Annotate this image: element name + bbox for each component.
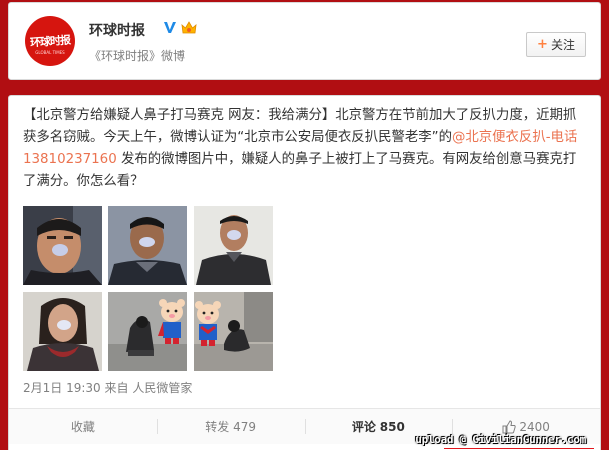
thumbs-up-icon xyxy=(502,419,517,433)
comment-label: 评论 xyxy=(351,420,376,434)
post-card: 【北京警方给嫌疑人鼻子打马赛克 网友：我给满分】北京警方在节前加大了反扒力度，近… xyxy=(8,95,601,450)
post-source-app[interactable]: 人民微管家 xyxy=(132,381,192,395)
follow-button[interactable]: + 关注 xyxy=(526,32,586,57)
suspects-with-cartoon-photo xyxy=(108,292,187,371)
repost-button[interactable]: 转发 479 xyxy=(156,409,305,444)
post-image-2[interactable] xyxy=(108,206,187,285)
account-name[interactable]: 环球时报 xyxy=(89,20,145,40)
post-via-prefix: 来自 xyxy=(100,381,133,395)
post-image-3[interactable] xyxy=(194,206,273,285)
post-image-4[interactable] xyxy=(23,292,102,371)
post-text: 【北京警方给嫌疑人鼻子打马赛克 网友：我给满分】北京警方在节前加大了反扒力度，近… xyxy=(23,105,583,193)
account-source[interactable]: 《环球时报》微博 xyxy=(89,47,185,64)
like-count: 2400 xyxy=(519,419,550,434)
profile-card: 环球时报 GLOBAL TIMES 环球时报 《环球时报》微博 + 关注 xyxy=(8,2,601,80)
repost-count: 479 xyxy=(233,419,256,434)
suspect-photo-2 xyxy=(108,206,187,285)
watermark-underline xyxy=(444,448,594,449)
post-image-6[interactable] xyxy=(194,292,273,371)
favorite-label: 收藏 xyxy=(70,420,95,434)
post-image-5[interactable] xyxy=(108,292,187,371)
logo-subtext: GLOBAL TIMES xyxy=(35,50,65,55)
suspect-photo-1 xyxy=(23,206,102,285)
post-time[interactable]: 2月1日 19:30 xyxy=(23,381,101,395)
suspect-crouching-photo xyxy=(194,292,273,371)
account-logo[interactable]: 环球时报 GLOBAL TIMES xyxy=(25,16,75,66)
vip-crown-icon[interactable] xyxy=(180,20,198,36)
comment-count: 850 xyxy=(379,419,405,434)
favorite-button[interactable]: 收藏 xyxy=(9,409,157,444)
plus-icon: + xyxy=(537,37,548,52)
watermark: upload @ CivilianGunner.com xyxy=(415,433,586,446)
verified-v-icon xyxy=(164,22,176,33)
logo-text: 环球时报 xyxy=(29,33,71,50)
follow-label: 关注 xyxy=(550,38,575,52)
suspect-photo-4 xyxy=(23,292,102,371)
suspect-photo-3 xyxy=(194,206,273,285)
repost-label: 转发 xyxy=(205,420,230,434)
post-image-1[interactable] xyxy=(23,206,102,285)
post-meta: 2月1日 19:30 来自 人民微管家 xyxy=(23,379,192,396)
